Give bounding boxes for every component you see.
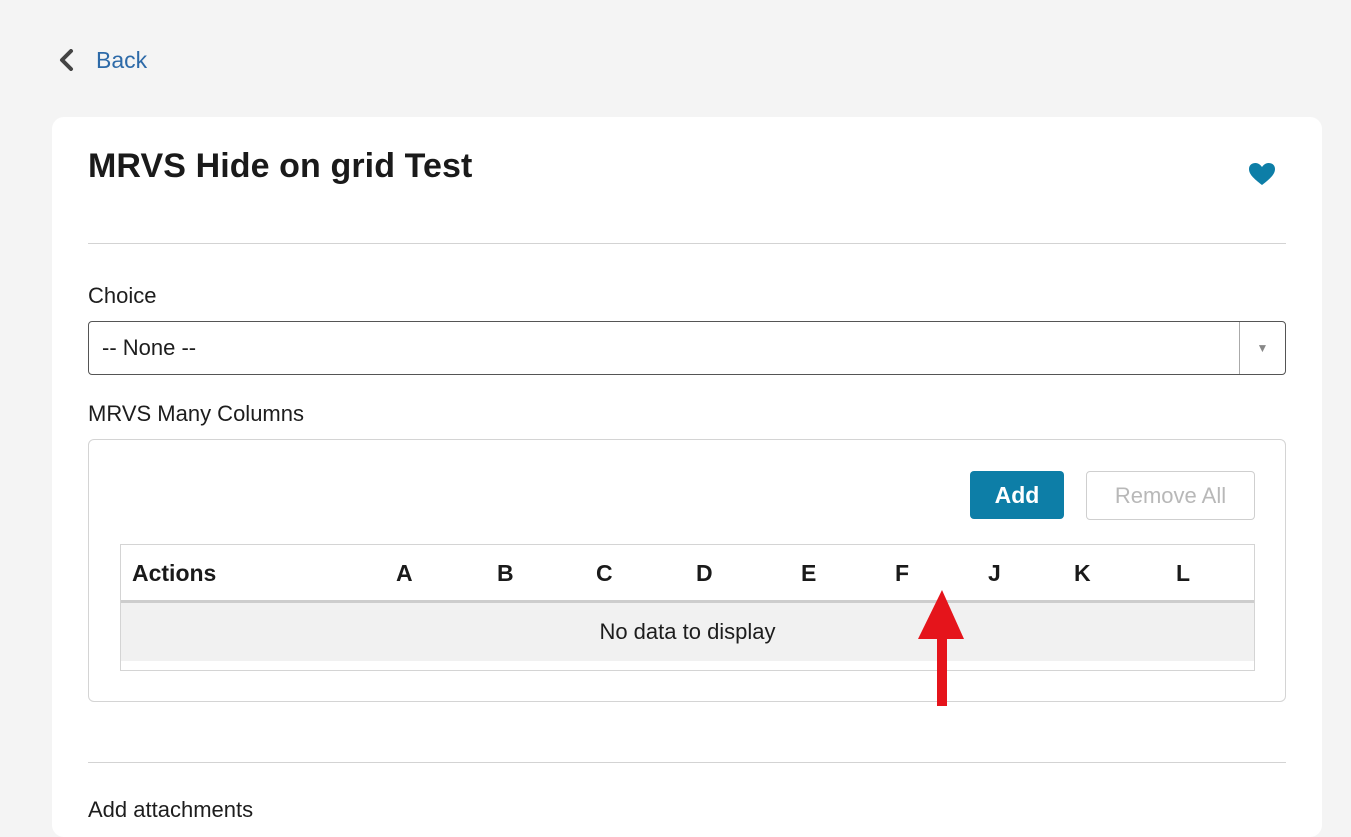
- chevron-left-icon: [58, 46, 78, 74]
- column-header-l: L: [1176, 560, 1191, 586]
- grid-header: Actions A B C D E F J K L: [121, 545, 1254, 603]
- column-header-c: C: [596, 560, 613, 586]
- column-header-actions: Actions: [132, 560, 217, 586]
- column-header-j: J: [988, 560, 1001, 586]
- column-header-a: A: [396, 560, 413, 586]
- page-title: MRVS Hide on grid Test: [88, 147, 473, 185]
- title-divider: [88, 243, 1286, 244]
- catalog-item-card: MRVS Hide on grid Test Choice -- None --…: [52, 117, 1322, 837]
- add-row-button[interactable]: Add: [970, 471, 1064, 519]
- column-header-d: D: [696, 560, 713, 586]
- mrvs-grid: Actions A B C D E F J K L No data to dis…: [120, 544, 1255, 671]
- column-header-k: K: [1074, 560, 1091, 586]
- mrvs-container: Add Remove All Actions A B C D E F J K L…: [88, 439, 1286, 702]
- add-attachments-label[interactable]: Add attachments: [88, 797, 253, 823]
- choice-label: Choice: [88, 283, 157, 308]
- column-header-e: E: [801, 560, 817, 586]
- column-header-b: B: [497, 560, 514, 586]
- column-header-f: F: [895, 560, 910, 586]
- annotation-arrow: [918, 590, 964, 706]
- back-link[interactable]: Back: [58, 46, 147, 74]
- remove-all-button[interactable]: Remove All: [1086, 471, 1255, 520]
- section-divider: [88, 762, 1286, 763]
- choice-select[interactable]: -- None -- ▼: [88, 321, 1286, 375]
- choice-select-value: -- None --: [102, 335, 197, 360]
- caret-down-icon: ▼: [1239, 322, 1285, 374]
- back-label: Back: [96, 46, 148, 73]
- grid-empty-message: No data to display: [121, 603, 1254, 661]
- heart-icon[interactable]: [1248, 162, 1276, 186]
- mrvs-label: MRVS Many Columns: [88, 401, 304, 426]
